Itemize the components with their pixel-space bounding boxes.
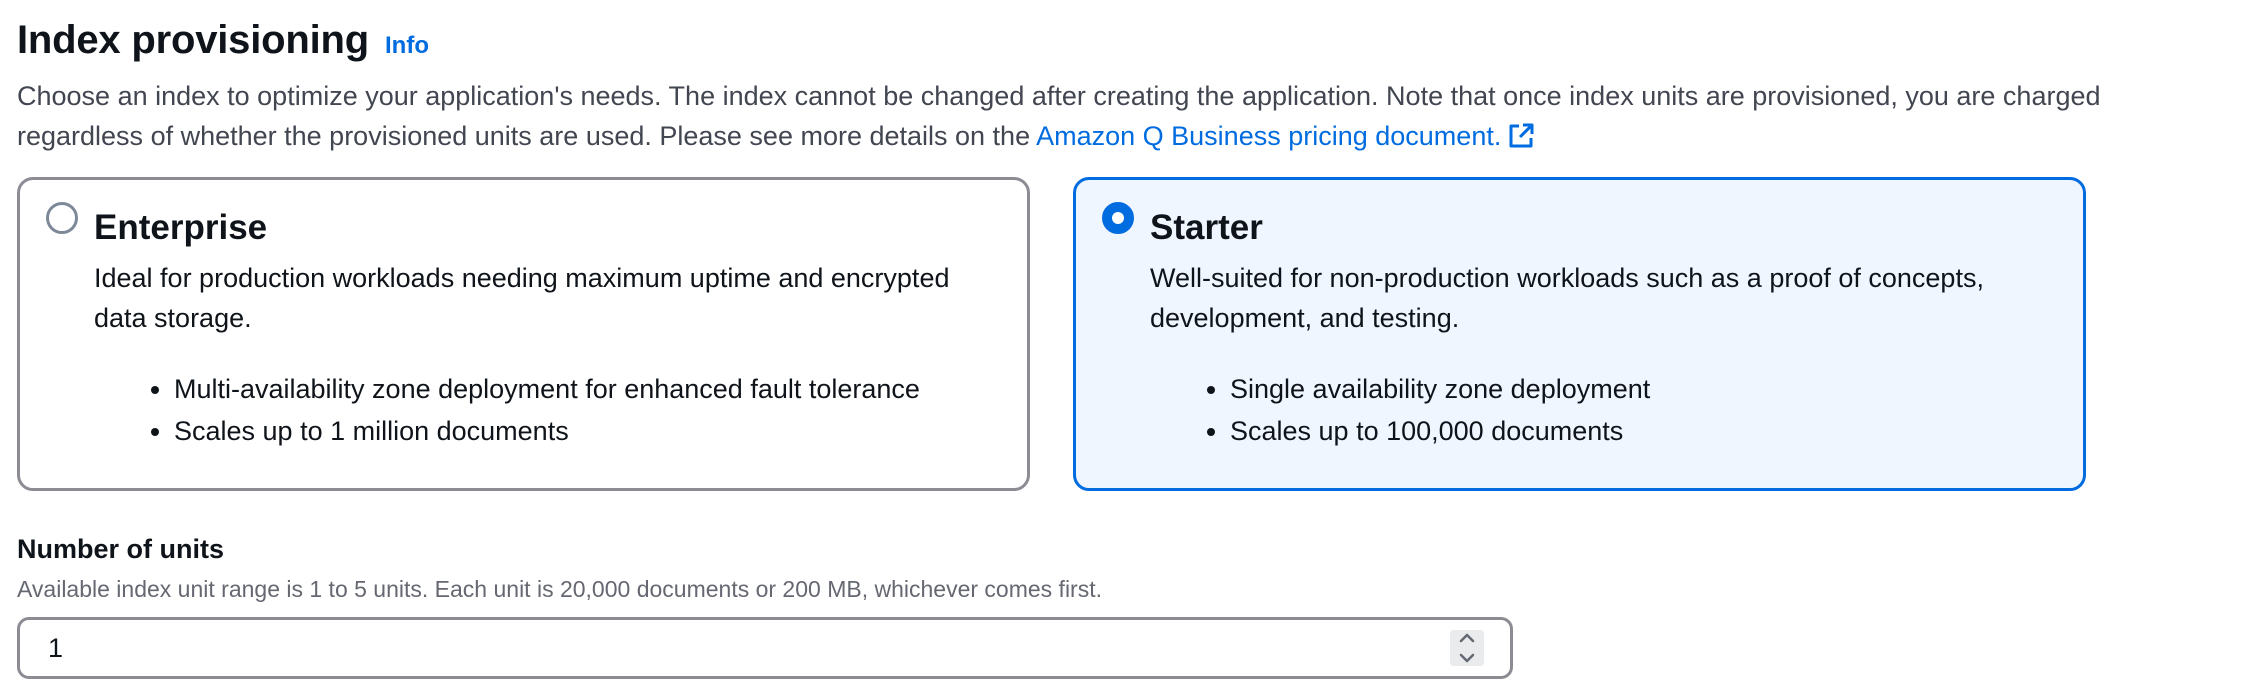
tile-description: Well-suited for non-production workloads… bbox=[1150, 263, 1984, 333]
radio-starter[interactable] bbox=[1102, 202, 1134, 234]
units-stepper[interactable] bbox=[1450, 630, 1484, 666]
tile-feature-list: Multi-availability zone deployment for e… bbox=[130, 368, 920, 452]
tile-starter[interactable]: Starter Well-suited for non-production w… bbox=[1073, 177, 2086, 491]
section-description: Choose an index to optimize your applica… bbox=[17, 76, 2227, 161]
info-link[interactable]: Info bbox=[385, 32, 429, 60]
units-input-container bbox=[17, 617, 1513, 679]
tile-enterprise[interactable]: Enterprise Ideal for production workload… bbox=[17, 177, 1030, 491]
tile-title: Enterprise bbox=[94, 208, 268, 247]
radio-enterprise[interactable] bbox=[46, 202, 78, 234]
units-hint: Available index unit range is 1 to 5 uni… bbox=[17, 576, 1102, 602]
list-item: Single availability zone deployment bbox=[1230, 368, 1650, 410]
pricing-document-link[interactable]: Amazon Q Business pricing document. bbox=[1036, 121, 1535, 151]
units-input[interactable] bbox=[20, 620, 1420, 676]
tile-title: Starter bbox=[1150, 208, 1263, 247]
tile-description: Ideal for production workloads needing m… bbox=[94, 263, 950, 333]
chevron-up-icon[interactable] bbox=[1458, 630, 1476, 644]
page-title: Index provisioning bbox=[17, 18, 369, 62]
list-item: Scales up to 100,000 documents bbox=[1230, 410, 1650, 452]
list-item: Multi-availability zone deployment for e… bbox=[174, 368, 920, 410]
pricing-link-label: Amazon Q Business pricing document. bbox=[1036, 121, 1502, 151]
units-label: Number of units bbox=[17, 534, 224, 564]
chevron-down-icon[interactable] bbox=[1458, 652, 1476, 666]
section-header: Index provisioning Info bbox=[17, 14, 2227, 66]
index-provisioning-section: Index provisioning Info Choose an index … bbox=[17, 0, 2227, 679]
list-item: Scales up to 1 million documents bbox=[174, 410, 920, 452]
index-type-tiles: Enterprise Ideal for production workload… bbox=[17, 177, 2227, 497]
external-link-icon bbox=[1507, 121, 1535, 161]
tile-feature-list: Single availability zone deployment Scal… bbox=[1186, 368, 1650, 452]
